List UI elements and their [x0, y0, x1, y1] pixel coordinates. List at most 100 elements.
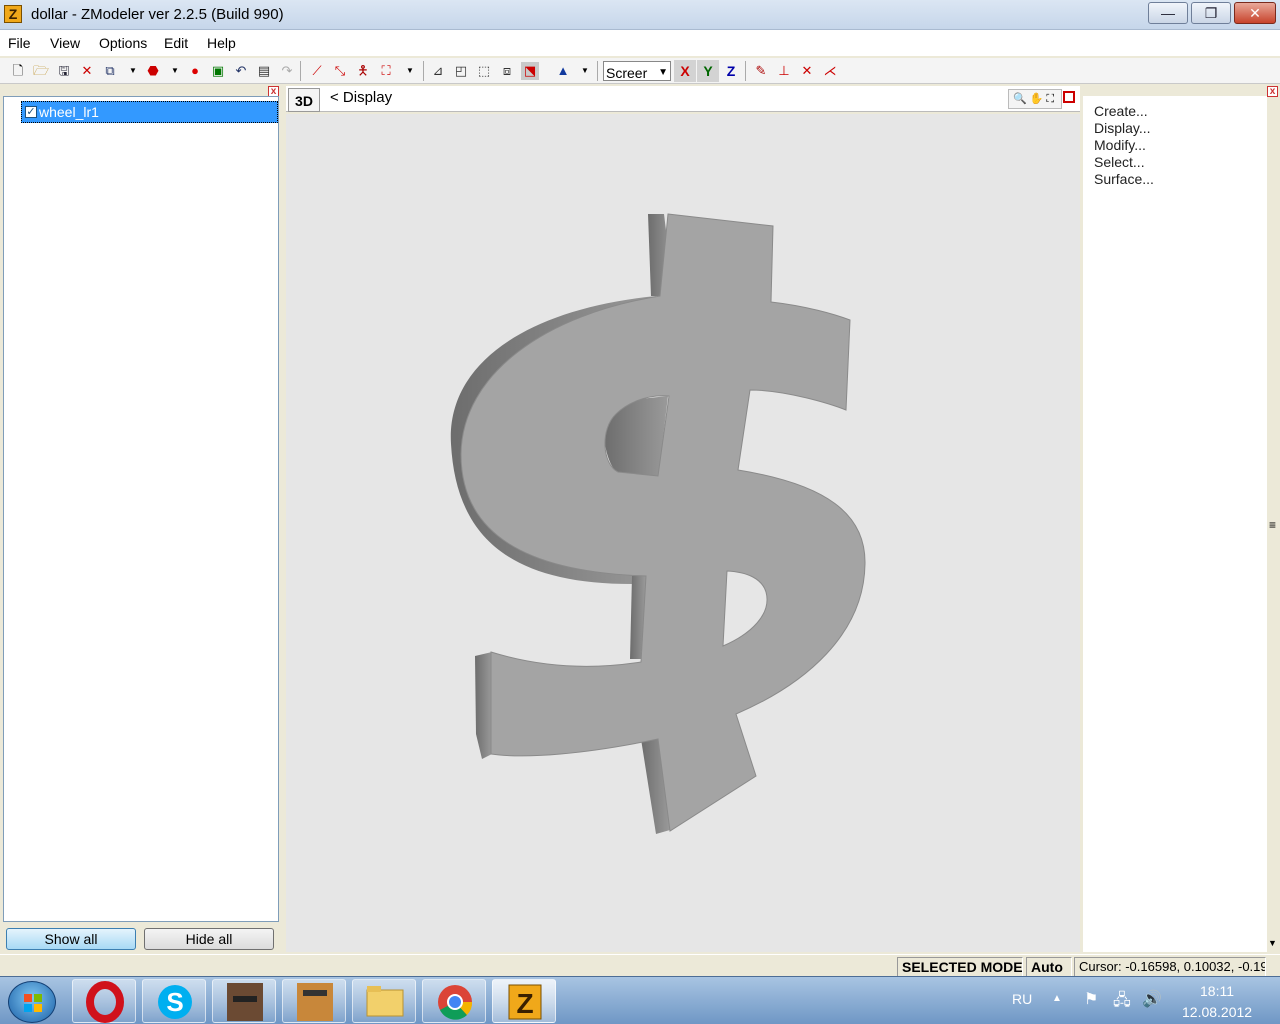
close-icon[interactable]: x: [1267, 86, 1278, 97]
face-mode-icon[interactable]: ◰: [452, 62, 470, 80]
minimize-button[interactable]: —: [1148, 2, 1188, 24]
vertex-mode-icon[interactable]: ⊿: [429, 62, 447, 80]
image-icon[interactable]: ▣: [209, 62, 227, 80]
language-indicator[interactable]: RU: [1012, 991, 1032, 1007]
tree-item[interactable]: ✓ wheel_lr1: [21, 101, 278, 123]
select-object-icon[interactable]: ⛶: [377, 62, 395, 80]
open-folder-icon[interactable]: 🗁: [32, 62, 50, 80]
taskbar-app-avatar-2[interactable]: [282, 979, 346, 1023]
command-list: Create... Display... Modify... Select...…: [1083, 96, 1267, 952]
redo-icon[interactable]: ↷: [278, 62, 296, 80]
save-icon[interactable]: 🖫: [55, 62, 73, 80]
close-button[interactable]: ✕: [1234, 2, 1276, 24]
3d-viewport[interactable]: [286, 114, 1080, 952]
select-dropdown-icon[interactable]: ▼: [401, 62, 419, 80]
cube-solid-icon[interactable]: ⧈: [498, 62, 516, 80]
taskbar-app-avatar-1[interactable]: [212, 979, 276, 1023]
action-center-icon[interactable]: ⚑: [1084, 989, 1098, 1009]
import-dropdown-icon[interactable]: ▼: [124, 62, 142, 80]
dollar-front-face: [460, 213, 866, 832]
show-all-button[interactable]: Show all: [6, 928, 136, 950]
skype-icon: S: [158, 985, 192, 1019]
svg-text:S: S: [166, 987, 183, 1017]
axis-scale-icon[interactable]: ✕: [798, 62, 816, 80]
folder-icon: [366, 986, 404, 1017]
taskbar-chrome[interactable]: [422, 979, 486, 1023]
windows-logo-icon: [24, 994, 42, 1012]
menu-bar: File View Options Edit Help: [0, 30, 1280, 56]
network-icon[interactable]: 🖧: [1113, 989, 1131, 1016]
axis-y-toggle[interactable]: Y: [697, 60, 719, 82]
main-toolbar: 🗋 🗁 🖫 ✕ ⧉ ▼ ⬣ ▼ ● ▣ ↶ ▤ ↷ ⟋ ⤡ 🯅 ⛶ ▼ ⊿ ◰ …: [0, 58, 1280, 84]
select-edge-icon[interactable]: ⤡: [331, 62, 349, 80]
taskbar-skype[interactable]: S: [142, 979, 206, 1023]
start-button[interactable]: [8, 981, 56, 1023]
delete-icon[interactable]: ✕: [78, 62, 96, 80]
screen-select[interactable]: Screer ▼: [603, 61, 671, 81]
axis-x-toggle[interactable]: X: [674, 60, 696, 82]
volume-icon[interactable]: 🔊: [1142, 989, 1162, 1009]
command-modify[interactable]: Modify...: [1094, 137, 1146, 153]
command-select[interactable]: Select...: [1094, 154, 1145, 170]
menu-help[interactable]: Help: [207, 35, 236, 51]
object-tree: ✓ wheel_lr1: [3, 96, 279, 922]
toolbar-separator: [597, 61, 598, 81]
toolbar-separator: [300, 61, 301, 81]
command-surface[interactable]: Surface...: [1094, 171, 1154, 187]
taskbar-explorer[interactable]: [352, 979, 416, 1023]
menu-view[interactable]: View: [50, 35, 80, 51]
auto-status[interactable]: Auto: [1026, 957, 1072, 977]
view-mode-button[interactable]: 3D: [288, 88, 320, 112]
taskbar-zmodeler[interactable]: Z: [492, 979, 556, 1023]
command-create[interactable]: Create...: [1094, 103, 1148, 119]
clock-date[interactable]: 12.08.2012: [1182, 1004, 1252, 1020]
chrome-icon: [438, 985, 473, 1020]
visibility-checkbox[interactable]: ✓: [25, 106, 37, 118]
menu-file[interactable]: File: [8, 35, 31, 51]
viewport-tools[interactable]: 🔍✋⛶: [1008, 89, 1062, 109]
tree-item-label: wheel_lr1: [39, 104, 99, 120]
pivot-icon[interactable]: ▲: [554, 62, 572, 80]
document-icon[interactable]: ▤: [255, 62, 273, 80]
export-icon[interactable]: ⬣: [144, 62, 162, 80]
opera-icon: [86, 981, 124, 1023]
dollar-model-icon: [450, 213, 866, 834]
viewport-panel: 3D < Display 🔍✋⛶: [286, 86, 1080, 952]
pivot-dropdown-icon[interactable]: ▼: [576, 62, 594, 80]
svg-text:Z: Z: [516, 988, 533, 1019]
zmodeler-app-icon[interactable]: Z: [4, 5, 22, 23]
hide-all-button[interactable]: Hide all: [144, 928, 274, 950]
cursor-coordinates: Cursor: -0.16598, 0.10032, -0.19!: [1074, 957, 1266, 977]
scrollbar-thumb[interactable]: ≡: [1267, 518, 1278, 532]
cube-mode-icon[interactable]: ⬚: [475, 62, 493, 80]
axis-rotate-icon[interactable]: ⋌: [821, 62, 839, 80]
taskbar-opera[interactable]: [72, 979, 136, 1023]
menu-edit[interactable]: Edit: [164, 35, 188, 51]
new-file-icon[interactable]: 🗋: [9, 62, 27, 80]
selected-mode-status: SELECTED MODE: [897, 957, 1023, 977]
tray-expand-icon[interactable]: ▲: [1052, 993, 1062, 1004]
chevron-down-icon: ▼: [658, 67, 668, 78]
axis-z-toggle[interactable]: Z: [720, 60, 742, 82]
record-icon[interactable]: ●: [186, 62, 204, 80]
command-panel: x Create... Display... Modify... Select.…: [1082, 86, 1280, 952]
viewport-title[interactable]: < Display: [330, 89, 392, 106]
viewport-header: 3D < Display 🔍✋⛶: [286, 86, 1080, 112]
paint-icon[interactable]: ✎: [752, 62, 770, 80]
zmodeler-icon: Z: [508, 984, 542, 1020]
toolbar-separator: [745, 61, 746, 81]
axis-move-icon[interactable]: ⊥: [775, 62, 793, 80]
select-vertex-icon[interactable]: ⟋: [308, 62, 326, 80]
command-display[interactable]: Display...: [1094, 120, 1151, 136]
select-person-icon[interactable]: 🯅: [354, 62, 372, 80]
export-dropdown-icon[interactable]: ▼: [166, 62, 184, 80]
clock-time[interactable]: 18:11: [1200, 983, 1234, 999]
cube-selected-icon[interactable]: ⬔: [521, 62, 539, 80]
restore-button[interactable]: ❐: [1191, 2, 1231, 24]
scroll-down-icon[interactable]: ▼: [1267, 938, 1278, 948]
toolbar-separator: [423, 61, 424, 81]
undo-icon[interactable]: ↶: [232, 62, 250, 80]
import-icon[interactable]: ⧉: [101, 62, 119, 80]
maximize-viewport-icon[interactable]: [1063, 91, 1075, 103]
menu-options[interactable]: Options: [99, 35, 147, 51]
